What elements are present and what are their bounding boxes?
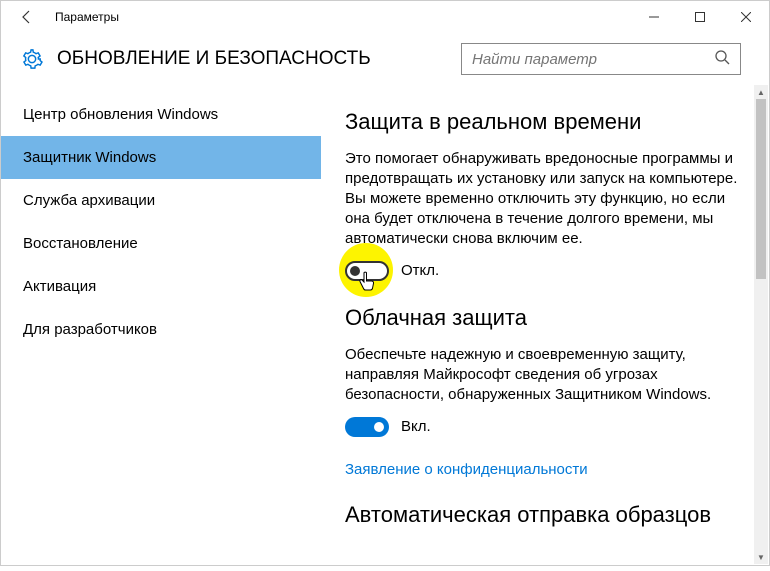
search-box[interactable] [461, 43, 741, 75]
cloud-toggle-row: Вкл. [345, 417, 745, 437]
sidebar-item-windows-update[interactable]: Центр обновления Windows [1, 93, 321, 136]
window-controls [631, 1, 769, 33]
cloud-toggle[interactable] [345, 417, 389, 437]
page-header: ОБНОВЛЕНИЕ И БЕЗОПАСНОСТЬ [1, 33, 769, 91]
scroll-up-arrow[interactable]: ▲ [754, 85, 768, 99]
page-heading: ОБНОВЛЕНИЕ И БЕЗОПАСНОСТЬ [57, 48, 461, 70]
titlebar: Параметры [1, 1, 769, 33]
gear-icon [21, 48, 43, 70]
cloud-protection-desc: Обеспечьте надежную и своевременную защи… [345, 345, 745, 405]
sidebar-item-windows-defender[interactable]: Защитник Windows [1, 136, 321, 179]
minimize-button[interactable] [631, 1, 677, 33]
realtime-toggle-label: Откл. [401, 262, 439, 279]
sidebar: Центр обновления Windows Защитник Window… [1, 91, 321, 571]
sidebar-item-recovery[interactable]: Восстановление [1, 222, 321, 265]
main-content: Защита в реальном времени Это помогает о… [321, 91, 769, 571]
sample-submission-title: Автоматическая отправка образцов [345, 502, 745, 528]
sidebar-item-activation[interactable]: Активация [1, 265, 321, 308]
window-title: Параметры [55, 10, 119, 24]
search-input[interactable] [472, 51, 714, 68]
sidebar-item-developers[interactable]: Для разработчиков [1, 308, 321, 351]
realtime-toggle-row: Откл. [345, 261, 745, 281]
scroll-down-arrow[interactable]: ▼ [754, 550, 768, 564]
realtime-toggle[interactable] [345, 261, 389, 281]
realtime-protection-title: Защита в реальном времени [345, 109, 745, 135]
maximize-button[interactable] [677, 1, 723, 33]
scrollbar[interactable]: ▲ ▼ [754, 85, 768, 564]
realtime-protection-desc: Это помогает обнаруживать вредоносные пр… [345, 149, 745, 249]
search-icon [714, 49, 730, 69]
close-button[interactable] [723, 1, 769, 33]
back-button[interactable] [9, 1, 45, 33]
scrollbar-thumb[interactable] [756, 99, 766, 279]
sidebar-item-backup[interactable]: Служба архивации [1, 179, 321, 222]
cloud-protection-title: Облачная защита [345, 305, 745, 331]
cloud-toggle-label: Вкл. [401, 418, 431, 435]
privacy-link[interactable]: Заявление о конфиденциальности [345, 461, 745, 478]
